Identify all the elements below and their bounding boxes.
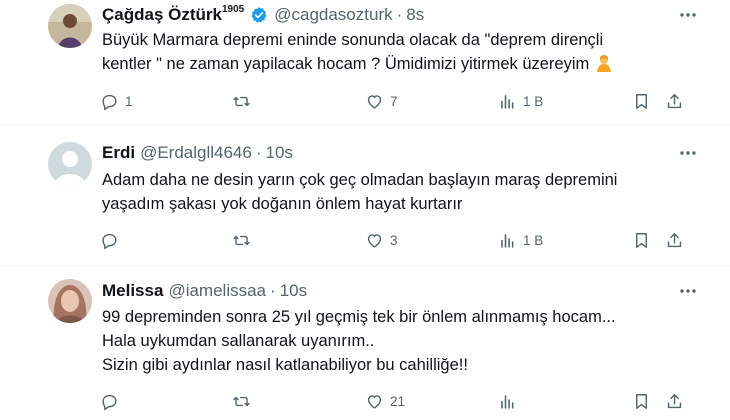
reply-button[interactable]: 1 — [100, 90, 133, 112]
tweet[interactable]: Çağdaş Öztürk 1905 @cagdasozturk · 8s Büy… — [0, 0, 730, 124]
avatar[interactable] — [48, 142, 92, 186]
views-icon — [501, 94, 514, 109]
bookmark-icon — [636, 232, 647, 248]
views-button[interactable] — [498, 390, 523, 412]
tweet-text-line: Sizin gibi aydınlar nasıl katlanabiliyor… — [102, 356, 468, 374]
share-icon — [667, 232, 682, 247]
share-icon — [667, 93, 682, 108]
person-gesturing-emoji — [595, 54, 613, 79]
views-icon — [501, 233, 514, 248]
timestamp[interactable]: 8s — [406, 5, 424, 25]
bookmark-button[interactable] — [632, 390, 651, 412]
bookmark-button[interactable] — [632, 90, 651, 112]
retweet-button[interactable] — [232, 90, 257, 112]
separator-dot: · — [270, 281, 276, 300]
tweet-actions: 1 7 1 B — [100, 90, 700, 112]
display-name[interactable]: Çağdaş Öztürk — [102, 5, 222, 25]
display-name[interactable]: Erdi — [102, 143, 135, 163]
avatar[interactable] — [48, 4, 92, 48]
reply-button[interactable] — [100, 229, 125, 251]
views-button[interactable]: 1 B — [498, 90, 543, 112]
like-button[interactable]: 3 — [365, 229, 398, 251]
retweet-icon — [233, 396, 250, 406]
handle[interactable]: @Erdalgll4646 — [140, 143, 252, 163]
tweet[interactable]: Erdi @Erdalgll4646 · 10s Adam daha ne de… — [0, 124, 730, 265]
handle[interactable]: @cagdasozturk — [274, 5, 392, 25]
like-button[interactable]: 21 — [365, 390, 405, 412]
tweet-header: Melissa @iamelissaa · 10s — [102, 280, 307, 302]
timestamp[interactable]: 10s — [280, 281, 307, 301]
name-superscript: 1905 — [221, 3, 245, 15]
tweet-header: Çağdaş Öztürk 1905 @cagdasozturk · 8s — [102, 4, 424, 26]
share-icon — [667, 393, 682, 408]
reply-button[interactable] — [100, 390, 125, 412]
retweet-button[interactable] — [232, 229, 257, 251]
reply-icon — [102, 233, 117, 249]
bookmark-icon — [636, 93, 647, 109]
reply-icon — [102, 94, 117, 110]
like-icon — [367, 233, 382, 248]
avatar[interactable] — [48, 279, 92, 323]
like-count: 21 — [390, 393, 406, 409]
retweet-button[interactable] — [232, 390, 257, 412]
tweet-text: 99 depreminden sonra 25 yıl geçmiş tek b… — [102, 305, 702, 377]
reply-count: 1 — [125, 93, 133, 109]
more-icon[interactable] — [677, 280, 699, 302]
separator-dot: · — [255, 143, 262, 162]
display-name[interactable]: Melissa — [102, 281, 163, 301]
more-icon[interactable] — [677, 142, 699, 164]
share-button[interactable] — [665, 229, 684, 251]
retweet-icon — [233, 96, 250, 106]
tweet-text-line: kentler " ne zaman yapilacak hocam ? Ümi… — [102, 55, 590, 73]
tweet-header: Erdi @Erdalgll4646 · 10s — [102, 142, 293, 164]
tweet-actions: 21 — [100, 390, 700, 412]
retweet-icon — [233, 235, 250, 245]
tweet-text-line: 99 depreminden sonra 25 yıl geçmiş tek b… — [102, 308, 616, 326]
bookmark-icon — [636, 393, 647, 409]
tweet-actions: 3 1 B — [100, 229, 700, 251]
tweet-text-line: Adam daha ne desin yarın çok geç olmadan… — [102, 171, 618, 189]
separator-dot: · — [396, 5, 403, 24]
more-icon[interactable] — [677, 4, 699, 26]
view-count: 1 B — [523, 93, 544, 109]
like-count: 7 — [390, 93, 398, 109]
share-button[interactable] — [665, 390, 684, 412]
tweet-text: Adam daha ne desin yarın çok geç olmadan… — [102, 168, 702, 216]
tweet[interactable]: Melissa @iamelissaa · 10s 99 depreminden… — [0, 265, 730, 420]
share-button[interactable] — [665, 90, 684, 112]
bookmark-button[interactable] — [632, 229, 651, 251]
tweet-text: Büyük Marmara depremi eninde sonunda ola… — [102, 28, 702, 79]
verified-badge-icon — [251, 7, 267, 23]
tweet-text-line: yaşadım şakası yok doğanın önlem hayat k… — [102, 195, 463, 213]
tweet-feed: Çağdaş Öztürk 1905 @cagdasozturk · 8s Büy… — [0, 0, 730, 420]
tweet-text-line: Büyük Marmara depremi eninde sonunda ola… — [102, 31, 604, 49]
like-count: 3 — [390, 232, 398, 248]
view-count: 1 B — [523, 232, 544, 248]
like-icon — [367, 94, 382, 109]
handle[interactable]: @iamelissaa — [168, 281, 266, 301]
like-button[interactable]: 7 — [365, 90, 398, 112]
views-icon — [501, 394, 514, 409]
like-icon — [367, 394, 382, 409]
views-button[interactable]: 1 B — [498, 229, 543, 251]
tweet-text-line: Hala uykumdan sallanarak uyanırım.. — [102, 332, 375, 350]
reply-icon — [102, 394, 117, 410]
timestamp[interactable]: 10s — [266, 143, 293, 163]
